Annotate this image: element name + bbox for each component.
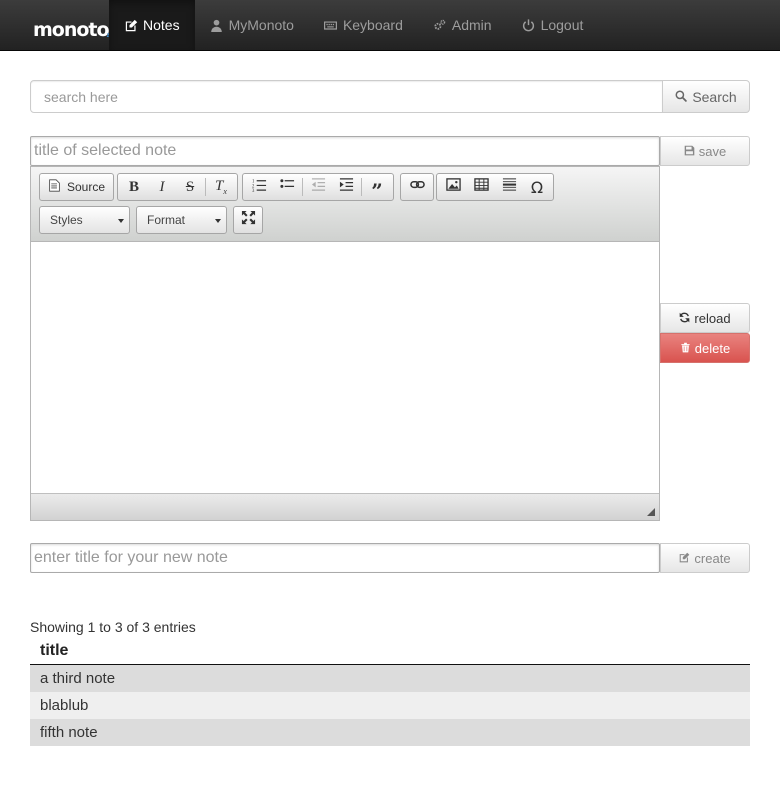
maximize-button[interactable] [234,208,262,232]
maximize-icon [241,210,256,230]
format-dropdown[interactable]: Format [136,206,227,234]
toolbar-separator [302,178,303,196]
save-button[interactable]: save [660,136,750,166]
create-button-label: create [694,550,731,566]
remove-format-icon: Tx [215,178,227,196]
save-icon [684,144,695,159]
keyboard-icon [324,18,338,32]
save-button-label: save [698,143,727,159]
rich-text-editor: Source B I S Tx 123 ” Ω Styles Format [30,166,660,521]
nav-item-notes[interactable]: Notes [109,0,195,50]
refresh-icon [679,311,690,326]
edit-icon [124,18,138,32]
user-icon [210,18,224,32]
nav-item-logout[interactable]: Logout [507,0,599,50]
table-info: Showing 1 to 3 of 3 entries [30,619,196,635]
toolbar-group-paragraph: 123 ” [242,173,394,201]
bold-icon: B [128,178,139,195]
numbered-list-button[interactable]: 123 [245,175,273,199]
source-icon [48,179,61,195]
reload-button[interactable]: reload [660,303,750,333]
strike-button[interactable]: S [176,175,204,199]
table-row[interactable]: fifth note [30,719,750,746]
bulleted-list-icon [279,177,295,197]
navbar: monoto zZz Notes MyMonoto Keyboard Admi [0,0,780,51]
bold-button[interactable]: B [120,175,148,199]
indent-button[interactable] [332,175,360,199]
strike-icon: S [185,178,195,195]
search-icon [675,89,688,105]
editor-content-area[interactable] [31,243,659,493]
note-title-input[interactable] [30,136,660,166]
power-icon [522,18,536,32]
image-icon [445,177,461,197]
remove-format-button[interactable]: Tx [207,175,235,199]
outdent-button[interactable] [304,175,332,199]
editor-toolbar: Source B I S Tx 123 ” Ω Styles Format [31,167,659,242]
nav-label-mymonoto: MyMonoto [228,17,294,33]
search-input[interactable] [30,80,663,113]
nav-label-admin: Admin [451,17,492,33]
styles-dropdown[interactable]: Styles [39,206,130,234]
horizontal-rule-button[interactable] [495,175,523,199]
toolbar-group-document: Source [39,173,115,201]
italic-icon: I [159,178,165,195]
styles-label: Styles [50,213,83,227]
blockquote-button[interactable]: ” [363,175,391,203]
chevron-down-icon [118,219,124,223]
table-button[interactable] [467,175,495,199]
format-label: Format [147,213,186,227]
table-row[interactable]: blablub [30,692,750,719]
main-nav: Notes MyMonoto Keyboard Admin Logout [109,0,598,50]
trash-icon [680,341,691,356]
omega-icon: Ω [530,177,544,197]
notes-table: title a third note blablub fifth note [30,638,750,746]
image-button[interactable] [439,175,467,199]
delete-button[interactable]: delete [660,333,750,363]
brand-name: monoto [33,19,110,41]
toolbar-group-basic: B I S Tx [117,173,238,201]
source-button[interactable]: Source [42,175,111,199]
source-label: Source [67,180,106,194]
reload-button-label: reload [694,310,731,326]
toolbar-group-insert: Ω [436,173,554,201]
quote-icon: ” [371,179,383,203]
column-header-title[interactable]: title [30,638,750,665]
horizontal-rule-icon [502,177,517,197]
chevron-down-icon [215,219,221,223]
search-button[interactable]: Search [662,80,750,113]
link-button[interactable] [403,175,431,199]
nav-label-keyboard: Keyboard [342,17,403,33]
table-row[interactable]: a third note [30,665,750,692]
nav-item-mymonoto[interactable]: MyMonoto [195,0,309,50]
nav-label-logout: Logout [540,17,584,33]
delete-button-label: delete [694,340,731,356]
toolbar-separator [361,178,362,196]
numbered-list-icon: 123 [252,177,267,197]
outdent-icon [311,177,326,197]
table-icon [473,177,489,197]
edit-icon [679,551,690,566]
indent-icon [339,177,354,197]
brand-logo[interactable]: monoto zZz [33,14,116,40]
italic-button[interactable]: I [148,175,176,199]
new-note-title-input[interactable] [30,543,660,573]
create-button[interactable]: create [660,543,750,573]
resize-handle-icon[interactable] [647,508,655,516]
nav-item-keyboard[interactable]: Keyboard [309,0,418,50]
link-icon [409,177,425,197]
toolbar-separator [205,178,206,196]
editor-status-bar [31,493,659,520]
special-char-button[interactable]: Ω [523,175,551,199]
toolbar-group-tools [233,206,263,234]
search-button-label: Search [692,88,737,105]
toolbar-group-links [400,173,434,201]
bulleted-list-button[interactable] [273,175,301,199]
nav-item-admin[interactable]: Admin [418,0,507,50]
svg-text:3: 3 [252,189,255,192]
nav-label-notes: Notes [143,17,180,33]
cogs-icon [433,18,447,32]
